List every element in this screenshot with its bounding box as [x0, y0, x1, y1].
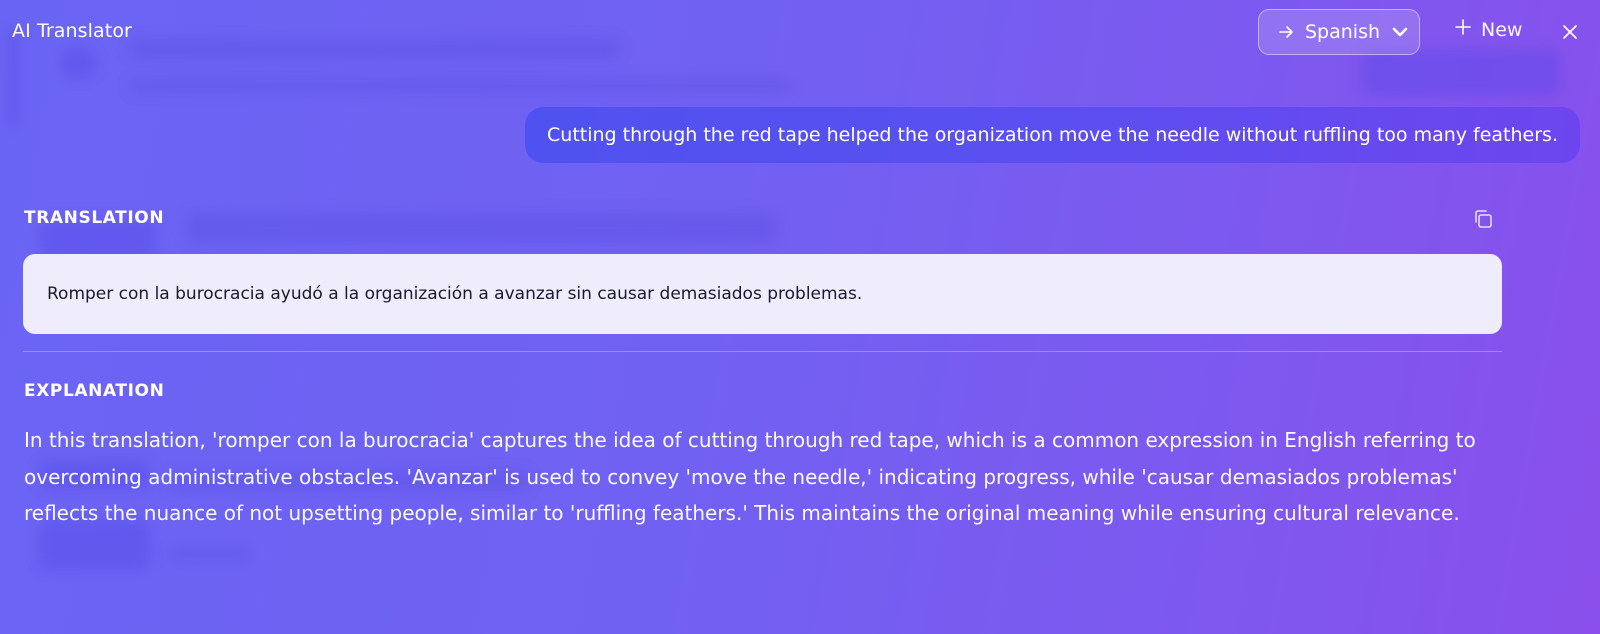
- close-icon: [1560, 25, 1580, 46]
- new-button-label: New: [1481, 18, 1523, 41]
- target-language-label: Spanish: [1305, 21, 1381, 43]
- close-button[interactable]: [1560, 22, 1580, 42]
- copy-button[interactable]: [1470, 206, 1496, 232]
- translation-card: Romper con la burocracia ayudó a la orga…: [23, 254, 1502, 334]
- source-text-bubble: Cutting through the red tape helped the …: [525, 107, 1580, 163]
- section-divider: [23, 351, 1502, 352]
- target-language-select[interactable]: Spanish: [1258, 9, 1420, 55]
- explanation-text: In this translation, 'romper con la buro…: [24, 428, 1476, 525]
- source-text: Cutting through the red tape helped the …: [547, 124, 1558, 146]
- new-button[interactable]: New: [1454, 18, 1522, 41]
- copy-icon: [1470, 210, 1496, 236]
- header: AI Translator Spanish New: [0, 0, 1600, 64]
- explanation-heading: EXPLANATION: [24, 381, 165, 401]
- app-title: AI Translator: [12, 20, 132, 42]
- arrow-right-icon: [1277, 23, 1295, 41]
- translation-heading: TRANSLATION: [24, 208, 165, 228]
- plus-icon: [1454, 18, 1472, 41]
- chevron-down-icon: [1390, 22, 1410, 42]
- translation-text: Romper con la burocracia ayudó a la orga…: [47, 284, 863, 304]
